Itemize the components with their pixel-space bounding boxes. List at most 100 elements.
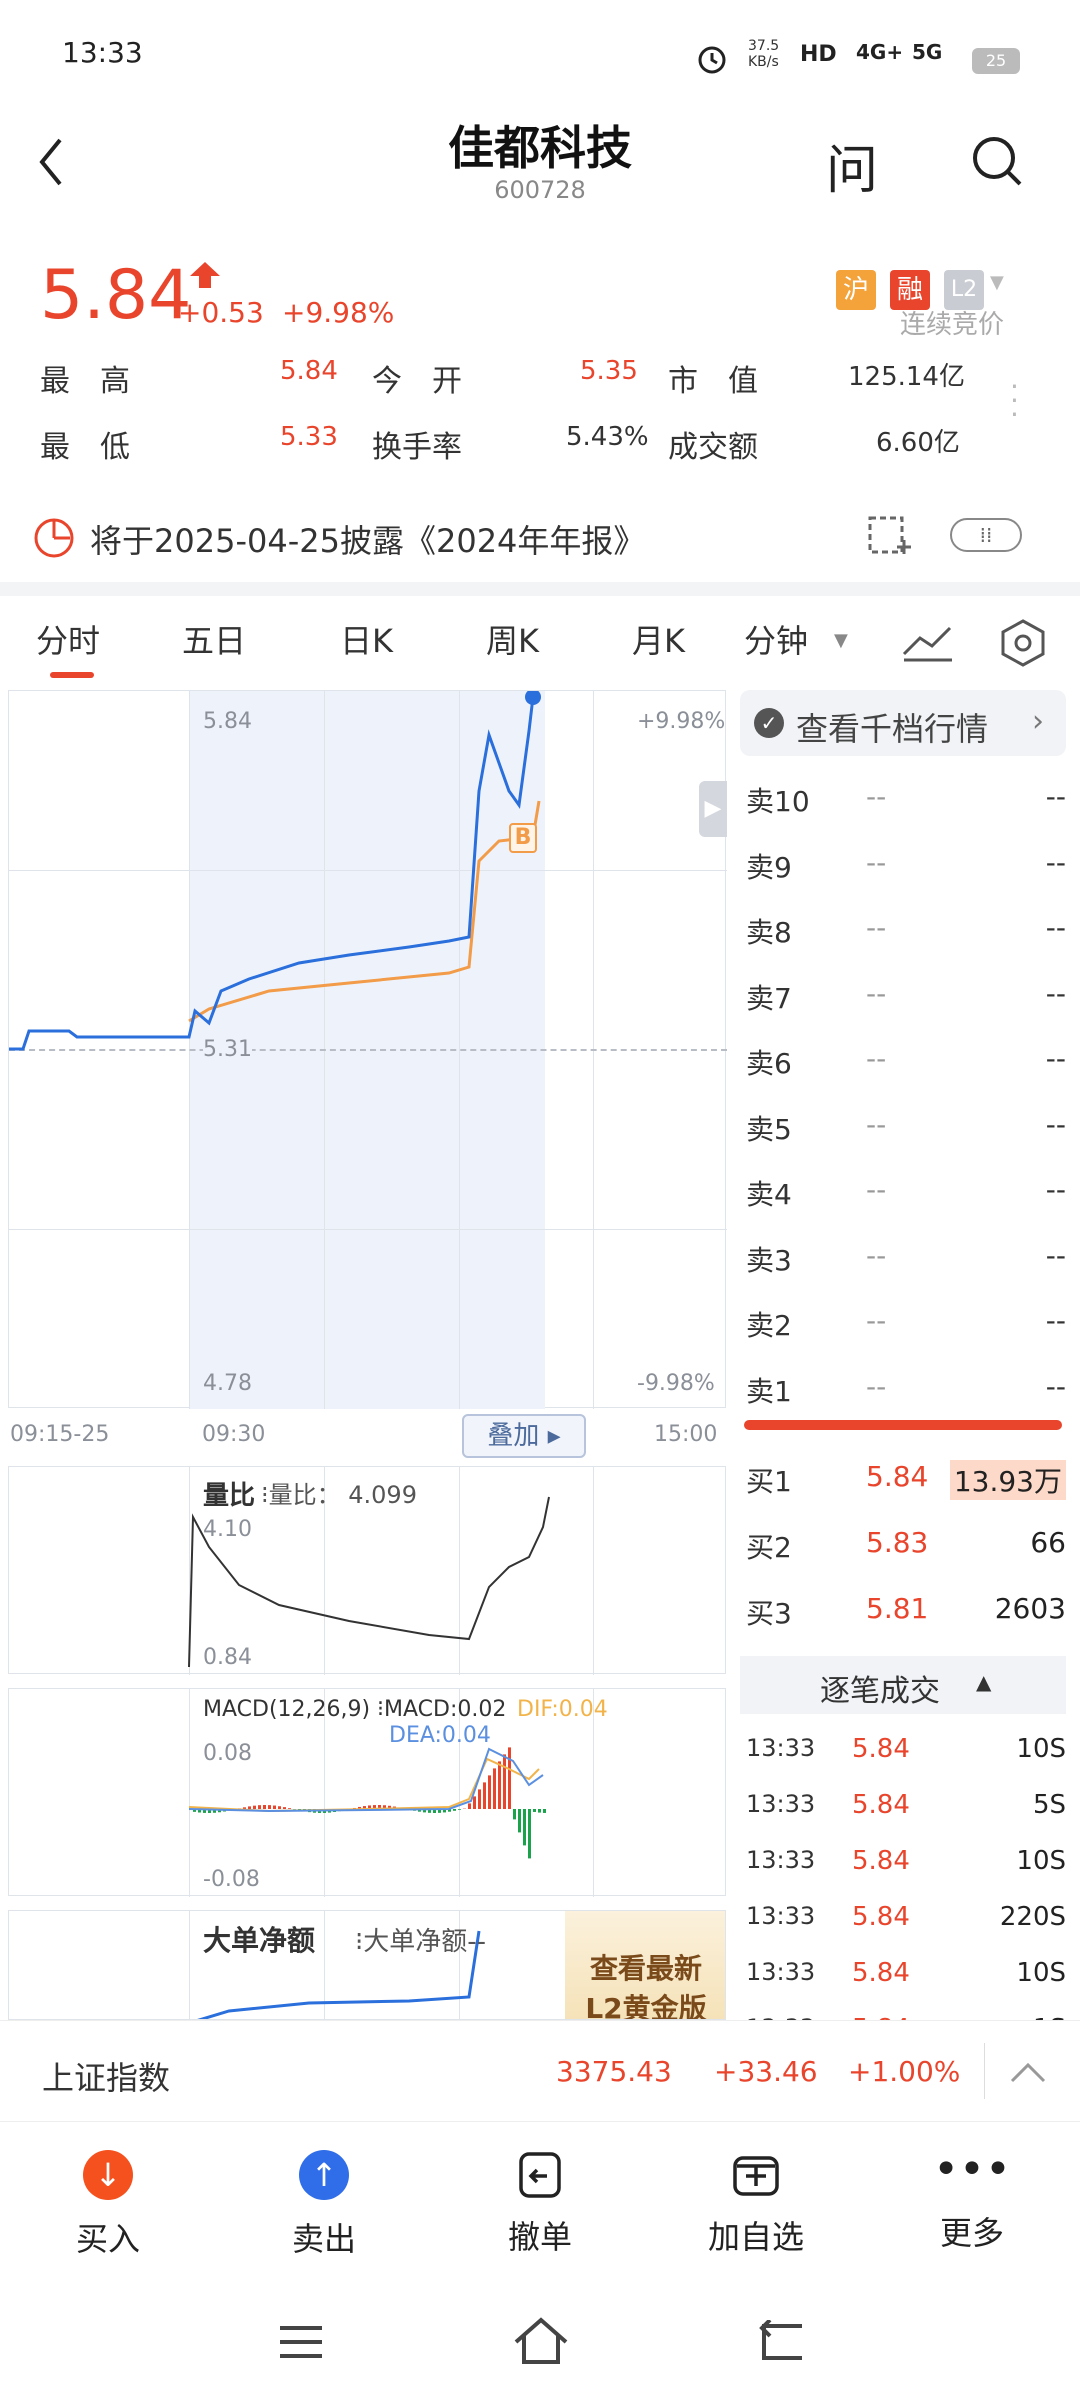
macd-top: 0.08: [203, 1741, 252, 1766]
trade-list: 13:33 5.84 10S 13:33 5.84 5S 13:33 5.84 10S 13:33…: [740, 1720, 1072, 2020]
promo-line-2: L2黄金版: [585, 1992, 707, 2020]
price-line: [9, 696, 535, 1051]
index-name: 上证指数: [42, 2059, 171, 2097]
avg-price-line: [188, 800, 541, 1023]
more-icon: •••: [933, 2144, 1011, 2195]
back-nav-icon[interactable]: [754, 2320, 806, 2364]
arrow-up-icon: ↑: [299, 2150, 349, 2200]
pause-toggle[interactable]: ⁞⁞: [950, 518, 1022, 552]
status-time: 13:33: [62, 36, 143, 69]
network-4g: 4G+: [856, 40, 904, 64]
macd-pane[interactable]: MACD(12,26,9) ⁝MACD:0.02 DIF:0.04 DEA:0.…: [8, 1688, 726, 1897]
back-icon[interactable]: [36, 136, 66, 188]
tab-five-day[interactable]: 五日: [182, 616, 246, 662]
price-mid-label: 5.31: [203, 1037, 252, 1062]
index-ticker[interactable]: 上证指数 3375.43 +33.46 +1.00%: [0, 2020, 1080, 2122]
spread-bar: [744, 1420, 1062, 1430]
time-start: 09:15-25: [10, 1422, 110, 1447]
open-label: 今 开: [372, 364, 462, 399]
big-order-title: 大单净额: [203, 1924, 316, 1957]
order-book: ✓ 查看千档行情 › 卖10 -- -- 卖9 -- -- 卖8 -- -- 卖7 -- -- 卖6 --…: [740, 690, 1072, 2020]
chevron-right-icon: ›: [1032, 704, 1044, 739]
ask-row: 卖3 -- --: [746, 1238, 1066, 1277]
net-speed: 37.5 KB/s: [748, 38, 780, 70]
check-icon: ✓: [754, 708, 784, 738]
quote-panel: 5.84 +0.53 +9.98% 沪 融 L2 ▼ 连续竞价 最 高 5.84…: [0, 250, 1080, 470]
stock-name: 佳都科技: [448, 121, 632, 175]
ask-row: 卖4 -- --: [746, 1173, 1066, 1211]
low-value: 5.33: [280, 422, 338, 452]
amount-value: 6.60亿: [876, 428, 960, 458]
more-dots-icon[interactable]: · · ·: [1010, 373, 1019, 429]
ask-row: 卖1 -- --: [746, 1369, 1066, 1408]
tab-week-k[interactable]: 周K: [486, 616, 539, 662]
vr-top: 4.10: [203, 1517, 252, 1542]
macd-bottom: -0.08: [203, 1867, 260, 1892]
tab-month-k[interactable]: 月K: [632, 616, 685, 662]
notice-bar[interactable]: 将于2025-04-25披露《2024年年报》 ⁞⁞: [0, 480, 1080, 590]
macd-title: MACD(12,26,9): [203, 1697, 371, 1722]
tab-day-k[interactable]: 日K: [340, 616, 393, 662]
notice-text: 将于2025-04-25披露《2024年年报》: [90, 522, 646, 560]
network-5g: 5G: [912, 40, 943, 64]
sell-button[interactable]: ↑ 卖出: [224, 2150, 424, 2260]
buy-marker[interactable]: B: [509, 823, 537, 853]
index-pct: +1.00%: [848, 2055, 961, 2088]
intraday-chart[interactable]: 5.84 +9.98% 5.31 4.78 -9.98% B ▶: [8, 690, 727, 1409]
buy-button[interactable]: ↓ 买入: [8, 2150, 208, 2260]
volume-ratio-pane[interactable]: 量比 ⁝量比： 4.099 4.10 0.84: [8, 1466, 726, 1675]
macd-value: ⁝MACD:0.02: [377, 1697, 507, 1722]
chevron-up-icon[interactable]: [1010, 2061, 1046, 2085]
bid-row: 买3 5.81 2603: [746, 1592, 1066, 1630]
more-button[interactable]: ••• 更多: [872, 2144, 1072, 2254]
price-line-svg: [9, 691, 541, 1051]
ask-button[interactable]: 问: [826, 128, 878, 203]
mcap-value: 125.14亿: [848, 362, 965, 392]
pct-bottom-label: -9.98%: [637, 1371, 715, 1396]
tab-minute[interactable]: 分钟: [744, 616, 808, 662]
time-open: 09:30: [202, 1422, 266, 1447]
section-divider: [0, 582, 1080, 596]
add-watch-icon: [733, 2156, 779, 2196]
ask-row: 卖7 -- --: [746, 976, 1066, 1015]
trades-header[interactable]: 逐笔成交 ▲: [740, 1656, 1066, 1714]
header: 佳都科技 600728 问: [0, 100, 1080, 240]
view-depth-button[interactable]: ✓ 查看千档行情 ›: [740, 690, 1066, 756]
chart-area: 5.84 +9.98% 5.31 4.78 -9.98% B ▶ 09:15-2…: [8, 690, 727, 2020]
vr-value: ⁝量比： 4.099: [261, 1481, 417, 1509]
indicator-icon[interactable]: [902, 620, 954, 664]
add-panel-icon[interactable]: [866, 510, 914, 558]
expand-arrow-icon[interactable]: ▶: [699, 781, 727, 837]
turnover-value: 5.43%: [566, 422, 649, 452]
chevron-down-icon: ▼: [834, 630, 848, 651]
big-order-pane[interactable]: 大单净额 ⁝大单净额-- 查看最新 L2黄金版: [8, 1910, 726, 2020]
chevron-down-icon: ▼: [990, 272, 1004, 293]
menu-icon[interactable]: [276, 2320, 326, 2364]
bid-row: 买2 5.83 66: [746, 1526, 1066, 1564]
caret-up-icon: ▲: [976, 1670, 992, 1694]
report-icon: [34, 518, 74, 558]
high-value: 5.84: [280, 356, 338, 386]
overlay-button[interactable]: 叠加 ▸: [462, 1414, 586, 1458]
pct-top-label: +9.98%: [637, 709, 726, 734]
arrow-down-icon: ↓: [83, 2150, 133, 2200]
add-watchlist-button[interactable]: 加自选: [656, 2150, 856, 2258]
l2-promo-banner[interactable]: 查看最新 L2黄金版: [565, 1911, 725, 2020]
ask-list: 卖10 -- -- 卖9 -- -- 卖8 -- -- 卖7 -- -- 卖6 -- -- 卖5 -- -- 卖4-…: [740, 766, 1072, 1426]
last-price-dot: [525, 691, 541, 705]
cancel-order-button[interactable]: 撤单: [440, 2150, 640, 2258]
settings-hex-icon[interactable]: [998, 618, 1048, 668]
tab-intraday[interactable]: 分时: [36, 616, 100, 662]
dea-value: DEA:0.04: [389, 1723, 491, 1748]
battery-icon: 25: [972, 48, 1020, 74]
search-icon[interactable]: [970, 134, 1026, 190]
high-label: 最 高: [40, 364, 130, 399]
tab-indicator: [50, 672, 94, 678]
home-icon[interactable]: [512, 2316, 570, 2366]
current-price: 5.84: [40, 256, 192, 335]
price-change-pct: +9.98%: [282, 296, 395, 329]
action-bar: ↓ 买入 ↑ 卖出 撤单 加自选 ••• 更多: [0, 2122, 1080, 2292]
undo-icon: [519, 2152, 561, 2198]
open-value: 5.35: [580, 356, 638, 386]
up-arrow-icon: [190, 262, 220, 288]
